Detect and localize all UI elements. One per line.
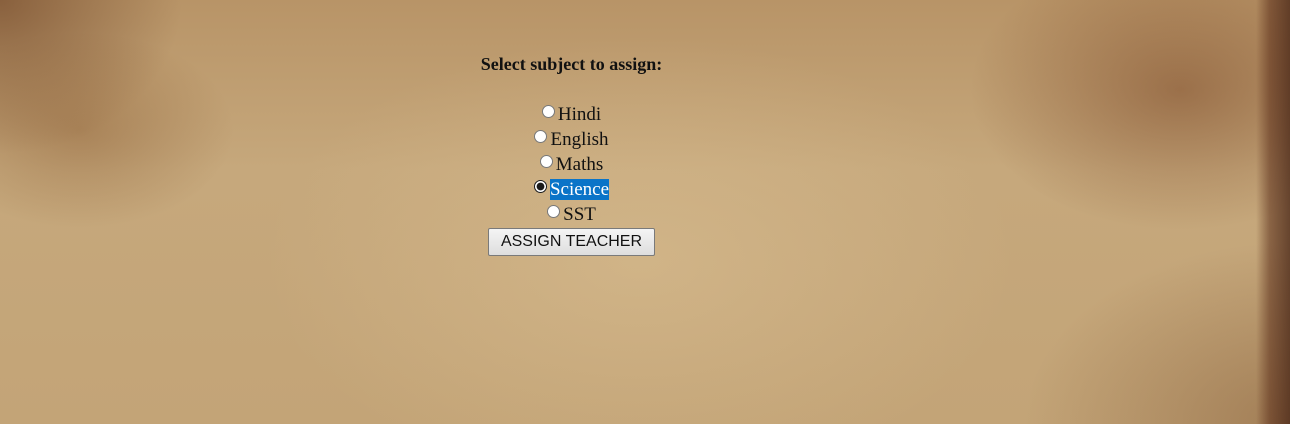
assign-subject-form: Select subject to assign: Hindi English … xyxy=(0,52,1143,256)
subject-radio-hindi[interactable] xyxy=(541,105,555,118)
subject-radio-science[interactable] xyxy=(533,180,547,193)
subject-label-science: Science xyxy=(549,179,610,200)
subject-radio-sst[interactable] xyxy=(547,205,561,218)
page-edge-shadow xyxy=(1256,0,1290,424)
subject-option-maths[interactable]: Maths xyxy=(0,152,1143,177)
subject-label-english: English xyxy=(550,129,609,150)
subject-label-sst: SST xyxy=(563,204,596,225)
assign-teacher-button[interactable]: ASSIGN TEACHER xyxy=(487,228,656,256)
subject-label-hindi: Hindi xyxy=(557,104,602,125)
subject-radio-maths[interactable] xyxy=(539,155,553,168)
subject-option-english[interactable]: English xyxy=(0,127,1143,152)
subject-option-hindi[interactable]: Hindi xyxy=(0,102,1143,127)
subject-option-science[interactable]: Science xyxy=(0,177,1143,202)
subject-option-sst[interactable]: SST xyxy=(0,202,1143,227)
form-heading: Select subject to assign: xyxy=(480,54,663,74)
subject-label-maths: Maths xyxy=(555,154,604,175)
subject-radio-english[interactable] xyxy=(534,130,548,143)
